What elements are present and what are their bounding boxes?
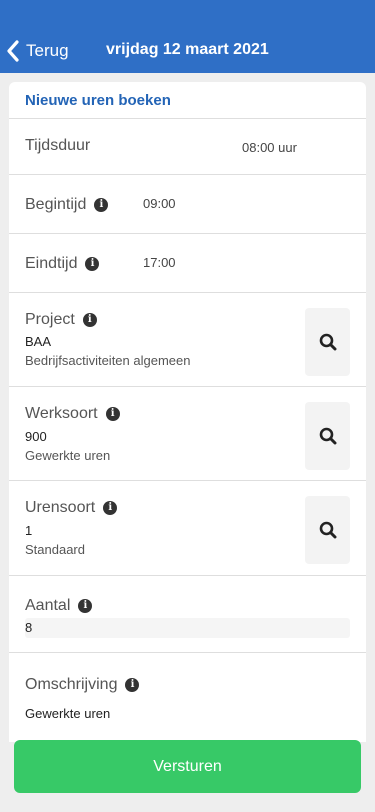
page-title: vrijdag 12 maart 2021 xyxy=(106,41,269,58)
eindtijd-label-text: Eindtijd xyxy=(25,255,78,272)
werksoort-description: Gewerkte uren xyxy=(25,448,111,463)
search-icon xyxy=(319,427,336,445)
aantal-label-text: Aantal xyxy=(25,597,71,614)
divider xyxy=(9,480,366,481)
urensoort-label-text: Urensoort xyxy=(25,499,96,516)
omschrijving-label: Omschrijving i xyxy=(25,676,140,694)
urensoort-description: Standaard xyxy=(25,542,85,557)
werksoort-label-text: Werksoort xyxy=(25,405,98,422)
divider xyxy=(9,174,366,175)
back-button[interactable]: Terug xyxy=(6,38,69,64)
urensoort-label: Urensoort i xyxy=(25,499,118,517)
begintijd-input[interactable]: 09:00 xyxy=(143,196,176,211)
begintijd-label-text: Begintijd xyxy=(25,196,87,213)
project-description: Bedrijfsactiviteiten algemeen xyxy=(25,353,191,368)
chevron-left-icon xyxy=(7,40,19,62)
omschrijving-label-text: Omschrijving xyxy=(25,676,118,693)
back-label: Terug xyxy=(26,41,69,60)
tijdsduur-value: 08:00 uur xyxy=(242,140,297,155)
divider xyxy=(9,233,366,234)
info-icon[interactable]: i xyxy=(82,313,97,327)
werksoort-label: Werksoort i xyxy=(25,405,120,423)
tijdsduur-label-text: Tijdsduur xyxy=(25,137,91,154)
project-code: BAA xyxy=(25,334,52,349)
project-label: Project i xyxy=(25,311,97,329)
search-icon xyxy=(319,333,336,351)
werksoort-code: 900 xyxy=(25,429,47,444)
aantal-label: Aantal i xyxy=(25,597,93,615)
submit-label: Versturen xyxy=(153,757,222,775)
info-icon[interactable]: i xyxy=(103,501,118,515)
eindtijd-input[interactable]: 17:00 xyxy=(143,255,176,270)
form-title: Nieuwe uren boeken xyxy=(25,92,171,109)
info-icon[interactable]: i xyxy=(105,407,120,421)
project-search-button[interactable] xyxy=(305,308,350,376)
omschrijving-input[interactable]: Gewerkte uren xyxy=(25,706,110,721)
info-icon[interactable]: i xyxy=(125,678,140,692)
info-icon[interactable]: i xyxy=(85,257,100,271)
booking-form: Nieuwe uren boeken Tijdsduur 08:00 uur B… xyxy=(9,82,366,742)
divider xyxy=(9,575,366,576)
divider xyxy=(9,652,366,653)
divider xyxy=(9,386,366,387)
info-icon[interactable]: i xyxy=(94,198,109,212)
divider xyxy=(9,292,366,293)
search-icon xyxy=(319,521,336,539)
info-icon[interactable]: i xyxy=(78,599,93,613)
werksoort-search-button[interactable] xyxy=(305,402,350,470)
aantal-input[interactable]: 8 xyxy=(25,618,350,638)
urensoort-code: 1 xyxy=(25,523,33,538)
eindtijd-label: Eindtijd i xyxy=(25,255,100,273)
app-header: Terug vrijdag 12 maart 2021 xyxy=(0,0,375,73)
divider xyxy=(9,118,366,119)
tijdsduur-label: Tijdsduur xyxy=(25,137,90,155)
begintijd-label: Begintijd i xyxy=(25,196,109,214)
submit-button[interactable]: Versturen xyxy=(14,740,361,793)
urensoort-search-button[interactable] xyxy=(305,496,350,564)
project-label-text: Project xyxy=(25,311,75,328)
